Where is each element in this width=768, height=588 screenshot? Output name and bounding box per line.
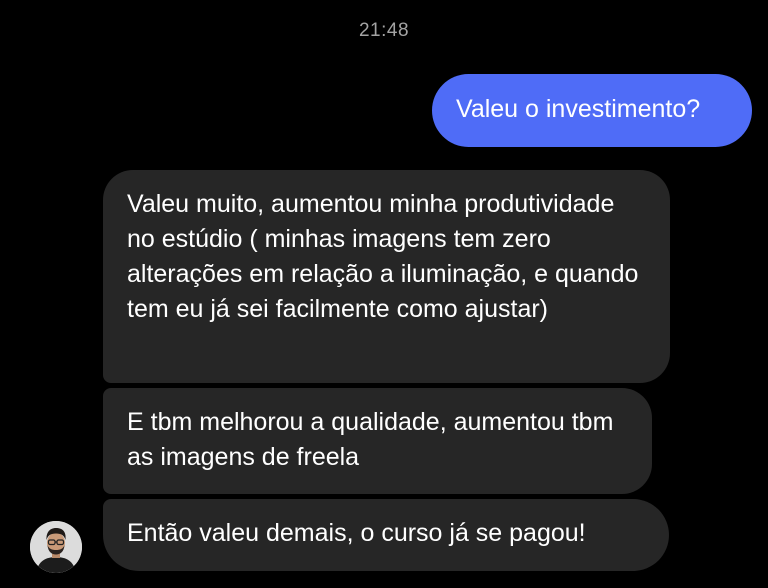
sent-message-text: Valeu o investimento? — [456, 95, 701, 123]
received-message-bubble[interactable]: Valeu muito, aumentou minha produtividad… — [103, 170, 670, 383]
received-message-bubble[interactable]: E tbm melhorou a qualidade, aumentou tbm… — [103, 388, 652, 494]
sent-message-bubble[interactable]: Valeu o investimento? — [432, 74, 752, 147]
message-timestamp: 21:48 — [358, 20, 410, 41]
user-avatar-icon — [30, 521, 82, 573]
received-message-bubble[interactable]: Então valeu demais, o curso já se pagou! — [103, 499, 669, 571]
sender-avatar[interactable] — [30, 521, 82, 573]
received-message-text: Valeu muito, aumentou minha produtividad… — [127, 190, 639, 323]
received-message-text: Então valeu demais, o curso já se pagou! — [127, 519, 586, 547]
received-message-text: E tbm melhorou a qualidade, aumentou tbm… — [127, 408, 614, 471]
